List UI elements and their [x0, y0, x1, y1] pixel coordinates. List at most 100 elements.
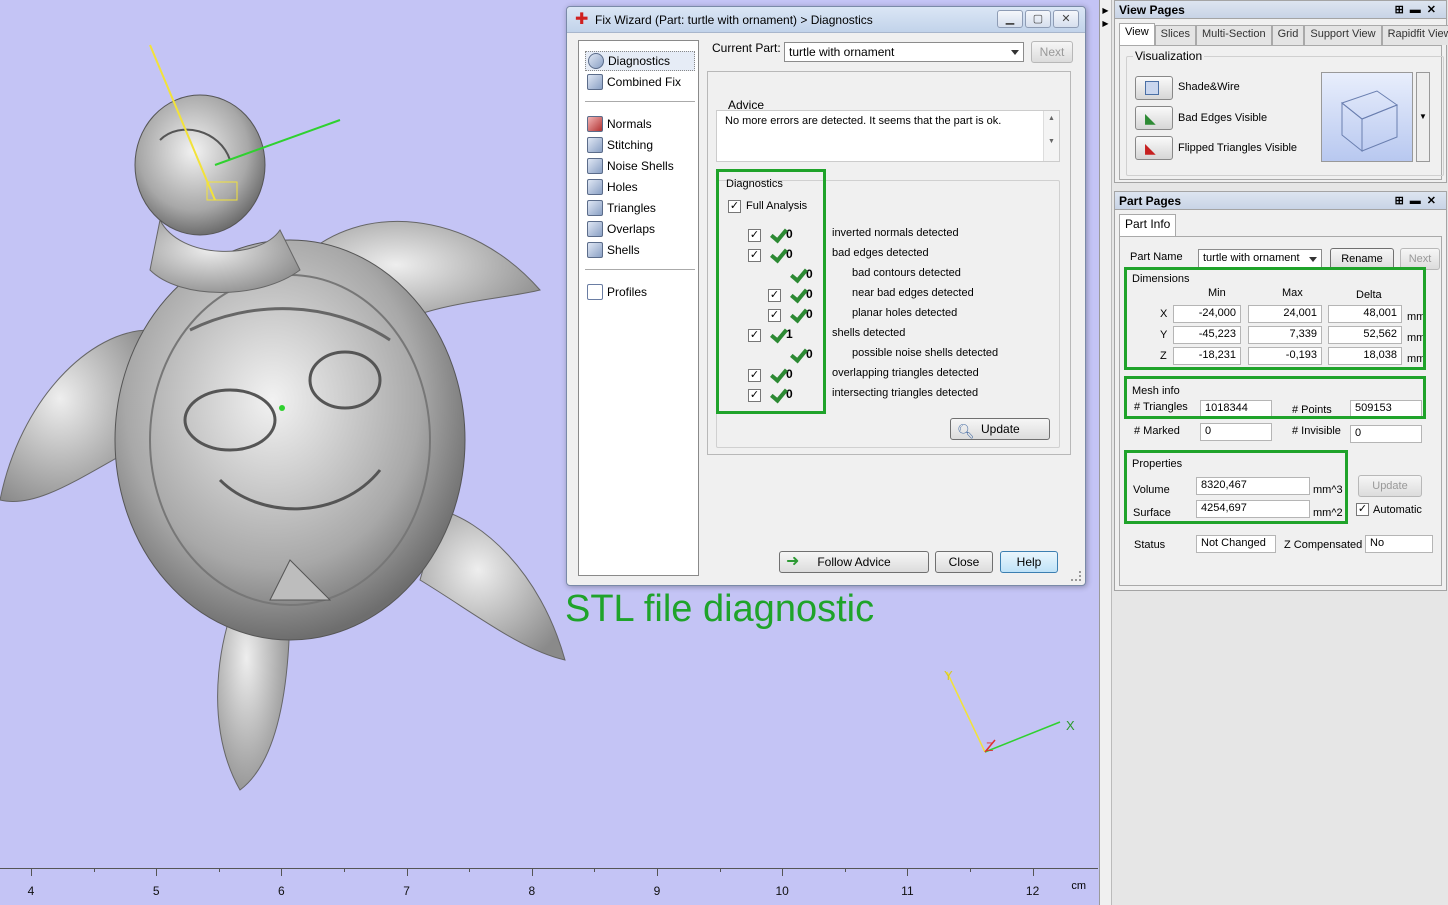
nav-item-diagnostics[interactable]: Diagnostics: [585, 51, 695, 71]
minimize-button[interactable]: ▁: [997, 10, 1023, 28]
scroll-down-icon[interactable]: ▼: [1044, 138, 1059, 145]
flipped-triangles-label: Flipped Triangles Visible: [1178, 142, 1298, 154]
tab-slices[interactable]: Slices: [1154, 25, 1196, 45]
nav-item-label: Triangles: [607, 201, 656, 215]
ruler-tick: [1032, 868, 1034, 876]
bad-edges-label: Bad Edges Visible: [1178, 112, 1268, 124]
ruler-minor-tick: [469, 868, 471, 872]
nav-item-label: Profiles: [607, 285, 648, 299]
z-compensated-field: No: [1365, 535, 1433, 553]
dialog-titlebar[interactable]: ✚ Fix Wizard (Part: turtle with ornament…: [567, 7, 1085, 33]
resize-grip-icon[interactable]: [1071, 571, 1081, 581]
flipped-triangles-icon: ◣: [1145, 140, 1156, 156]
holes-icon: [587, 179, 603, 195]
magnifier-icon: 🔍︎: [957, 423, 975, 439]
advice-scrollbar[interactable]: ▲ ▼: [1043, 111, 1059, 161]
ruler-minor-tick: [719, 868, 721, 872]
nav-item-combined-fix[interactable]: Combined Fix: [585, 72, 695, 92]
fix-wizard-dialog: ✚ Fix Wizard (Part: turtle with ornament…: [566, 6, 1086, 586]
scroll-up-icon[interactable]: ▲: [1044, 115, 1059, 122]
bad-edges-button[interactable]: ◣: [1135, 106, 1173, 130]
chevron-down-icon: [1309, 257, 1317, 262]
ruler-tick: [531, 868, 533, 876]
triangles-icon: [587, 200, 603, 216]
axis-label-z: Z: [986, 740, 994, 754]
follow-advice-label: Follow Advice: [817, 555, 891, 569]
close-window-button[interactable]: ✕: [1053, 10, 1079, 28]
view-pages-title: View Pages ⊞▬✕: [1115, 1, 1446, 19]
nav-item-label: Shells: [607, 243, 640, 257]
nav-item-shells[interactable]: Shells: [585, 240, 695, 260]
diagnostic-label: planar holes detected: [852, 307, 958, 319]
current-part-select[interactable]: turtle with ornament: [784, 42, 1024, 62]
normals-icon: [587, 116, 603, 132]
nav-item-holes[interactable]: Holes: [585, 177, 695, 197]
invisible-label: # Invisible: [1292, 425, 1341, 437]
caption-text: STL file diagnostic: [565, 588, 875, 630]
update-button[interactable]: 🔍︎ Update: [950, 418, 1050, 440]
tab-view[interactable]: View: [1119, 23, 1155, 45]
tab-multi-section[interactable]: Multi-Section: [1196, 25, 1272, 45]
axis-label-x: X: [1066, 718, 1075, 733]
tab-part-info[interactable]: Part Info: [1119, 214, 1177, 236]
close-button[interactable]: Close: [935, 551, 993, 573]
diagnostic-label: overlapping triangles detected: [832, 367, 979, 379]
part-pages-title: Part Pages ⊞▬✕: [1115, 192, 1446, 210]
view-cube-preview[interactable]: [1321, 72, 1413, 162]
axis-label-y: Y: [944, 668, 953, 683]
ruler-tick-label: 8: [528, 884, 536, 898]
overlaps-icon: [587, 221, 603, 237]
tab-grid[interactable]: Grid: [1271, 25, 1305, 45]
help-button[interactable]: Help: [1000, 551, 1058, 573]
next-part-button[interactable]: Next: [1031, 41, 1073, 63]
flipped-triangles-button[interactable]: ◣: [1135, 136, 1173, 160]
view-dropdown-button[interactable]: ▼: [1416, 72, 1430, 162]
pane-controls[interactable]: ⊞▬✕: [1395, 1, 1442, 19]
nav-item-noise-shells[interactable]: Noise Shells: [585, 156, 695, 176]
diagnostics-highlight-box: [716, 169, 826, 414]
noise-shells-icon: [587, 158, 603, 174]
cube-icon: [1145, 81, 1159, 95]
shells-icon: [587, 242, 603, 258]
tab-support-view[interactable]: Support View: [1304, 25, 1382, 45]
properties-highlight-box: [1124, 450, 1348, 524]
part-name-select[interactable]: turtle with ornament: [1198, 249, 1322, 269]
pane-controls[interactable]: ⊞▬✕: [1395, 192, 1442, 210]
shade-wire-button[interactable]: [1135, 76, 1173, 100]
invisible-field[interactable]: 0: [1350, 425, 1422, 443]
ruler-minor-tick: [93, 868, 95, 872]
nav-item-label: Diagnostics: [608, 54, 671, 68]
maximize-button[interactable]: ▢: [1025, 10, 1051, 28]
magnifier-icon: [588, 53, 604, 69]
follow-advice-button[interactable]: ➜ Follow Advice: [779, 551, 929, 573]
automatic-checkbox[interactable]: ✓ Automatic: [1356, 503, 1422, 516]
nav-item-overlaps[interactable]: Overlaps: [585, 219, 695, 239]
nav-divider: [585, 101, 695, 102]
current-part-value: turtle with ornament: [789, 45, 895, 59]
diagnostic-label: bad contours detected: [852, 267, 961, 279]
nav-item-label: Stitching: [607, 138, 654, 152]
nav-divider: [585, 269, 695, 270]
view-tab-body: Visualization Shade&Wire ◣ Bad Edges Vis…: [1119, 45, 1444, 180]
ruler-tick: [156, 868, 158, 876]
ruler-minor-tick: [344, 868, 345, 872]
mesh-info-highlight-box: [1124, 376, 1426, 419]
view-tabs: View Slices Multi-Section Grid Support V…: [1119, 23, 1448, 45]
dock-arrow-icon[interactable]: ▶: [1100, 6, 1111, 15]
nav-item-label: Holes: [607, 180, 638, 194]
wizard-nav: Diagnostics Combined Fix Normals Stitchi…: [578, 40, 699, 576]
dock-arrow-icon[interactable]: ▶: [1100, 19, 1111, 28]
tab-rapidfit-view[interactable]: Rapidfit View: [1381, 25, 1448, 45]
ruler-tick: [31, 868, 32, 876]
nav-item-triangles[interactable]: Triangles: [585, 198, 695, 218]
nav-item-normals[interactable]: Normals: [585, 114, 695, 134]
ruler-tick: [782, 868, 784, 876]
nav-item-label: Overlaps: [607, 222, 656, 236]
ruler-minor-tick: [844, 868, 846, 872]
nav-item-profiles[interactable]: Profiles: [585, 282, 695, 302]
properties-update-button[interactable]: Update: [1358, 475, 1422, 497]
dock-strip: ▶ ▶: [1100, 0, 1112, 905]
marked-field[interactable]: 0: [1200, 423, 1272, 441]
nav-item-stitching[interactable]: Stitching: [585, 135, 695, 155]
part-name-label: Part Name: [1130, 251, 1183, 263]
